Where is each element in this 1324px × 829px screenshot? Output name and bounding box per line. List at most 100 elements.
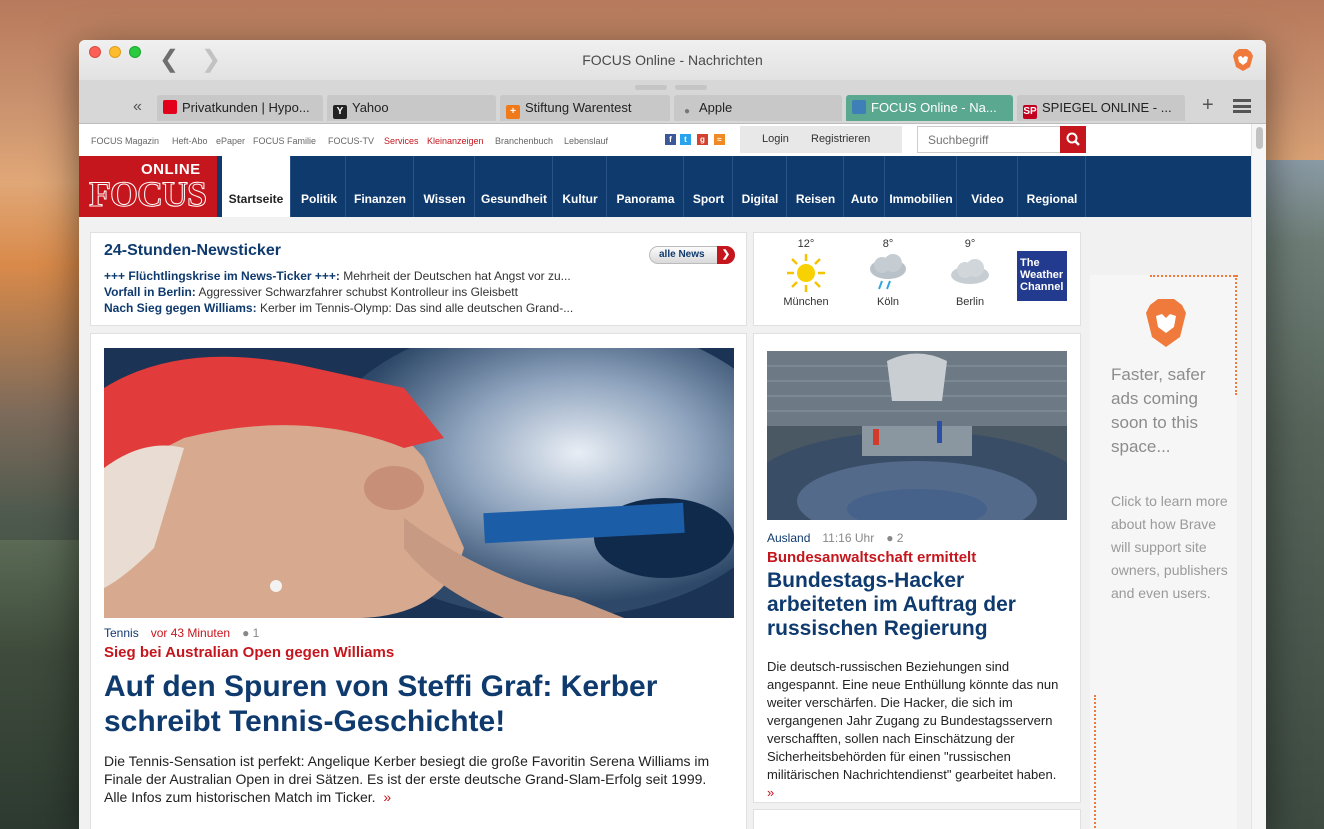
register-link[interactable]: Registrieren bbox=[811, 133, 870, 145]
nav-sport[interactable]: Sport bbox=[685, 156, 733, 217]
weather-channel-logo[interactable]: The Weather Channel bbox=[1017, 251, 1067, 301]
top-link[interactable]: FOCUS Familie bbox=[253, 136, 316, 146]
focus-online-logo[interactable]: ONLINE FOCUS bbox=[79, 156, 217, 217]
cloud-icon bbox=[951, 259, 989, 284]
hero-comment-count[interactable]: 1 bbox=[253, 626, 260, 640]
side-more-link[interactable]: » bbox=[767, 785, 774, 800]
top-link[interactable]: Kleinanzeigen bbox=[427, 136, 484, 146]
comment-icon: ● bbox=[886, 531, 894, 545]
nav-finanzen[interactable]: Finanzen bbox=[347, 156, 414, 217]
nav-immobilien[interactable]: Immobilien bbox=[886, 156, 957, 217]
hero-headline[interactable]: Auf den Spuren von Steffi Graf: Kerber s… bbox=[104, 669, 724, 739]
brave-lion-icon[interactable] bbox=[1232, 48, 1254, 72]
side-article: Ausland 11:16 Uhr ● 2 Bundesanwaltschaft e… bbox=[753, 333, 1081, 803]
tab-unicredit[interactable]: Privatkunden | Hypo... bbox=[157, 95, 323, 121]
nav-regional[interactable]: Regional bbox=[1019, 156, 1086, 217]
hero-teaser-text: Die Tennis-Sensation ist perfekt: Angeli… bbox=[104, 753, 710, 805]
bundestag-photo bbox=[767, 351, 1067, 520]
title-bar: ❮ ❯ FOCUS Online - Nachrichten bbox=[79, 40, 1266, 80]
top-link[interactable]: FOCUS Magazin bbox=[91, 136, 159, 146]
login-link[interactable]: Login bbox=[762, 133, 789, 145]
ticker-item-kicker: Vorfall in Berlin: bbox=[104, 285, 196, 299]
vertical-scrollbar[interactable] bbox=[1251, 124, 1266, 829]
next-article-box bbox=[753, 809, 1081, 829]
apple-icon: ● bbox=[683, 106, 691, 117]
hero-teaser: Die Tennis-Sensation ist perfekt: Angeli… bbox=[104, 752, 724, 806]
top-link[interactable]: Services bbox=[384, 136, 419, 146]
weather-city: München bbox=[783, 296, 829, 308]
nav-gesundheit[interactable]: Gesundheit bbox=[476, 156, 553, 217]
tabs-collapse-icon[interactable]: « bbox=[133, 98, 142, 116]
nav-digital[interactable]: Digital bbox=[734, 156, 787, 217]
tab-label: Stiftung Warentest bbox=[525, 100, 632, 115]
ticker-item[interactable]: Nach Sieg gegen Williams: Kerber im Tenn… bbox=[104, 301, 573, 315]
tab-apple[interactable]: ● Apple bbox=[674, 95, 842, 121]
nav-wissen[interactable]: Wissen bbox=[415, 156, 475, 217]
weather-box: 12° München 8° Köln 9° Berlin The Weathe… bbox=[753, 232, 1081, 326]
side-teaser: Die deutsch-russischen Beziehungen sind … bbox=[767, 658, 1067, 802]
search-button[interactable] bbox=[1060, 126, 1086, 153]
tab-label: FOCUS Online - Na... bbox=[871, 100, 997, 115]
top-link[interactable]: Heft-Abo bbox=[172, 136, 208, 146]
all-news-label: alle News bbox=[659, 249, 705, 260]
side-kicker[interactable]: Bundesanwaltschaft ermittelt bbox=[767, 549, 976, 566]
wallpaper-mountain-right bbox=[1266, 160, 1324, 829]
weather-item-koeln[interactable]: 8° Köln bbox=[848, 233, 928, 308]
side-headline[interactable]: Bundestags-Hacker arbeiteten im Auftrag … bbox=[767, 569, 1067, 641]
brave-ad-placeholder[interactable]: Faster, safer ads coming soon to this sp… bbox=[1090, 275, 1238, 829]
newsticker-box: 24-Stunden-Newsticker alle News ❯ +++ Fl… bbox=[90, 232, 747, 326]
nav-politik[interactable]: Politik bbox=[293, 156, 346, 217]
nav-kultur[interactable]: Kultur bbox=[554, 156, 607, 217]
weather-city: Berlin bbox=[955, 296, 985, 308]
side-comment-count[interactable]: 2 bbox=[897, 531, 904, 545]
side-image[interactable] bbox=[767, 351, 1067, 520]
top-link[interactable]: ePaper bbox=[216, 136, 245, 146]
hero-more-link[interactable]: » bbox=[383, 789, 391, 805]
new-tab-button[interactable]: + bbox=[1202, 94, 1214, 117]
weather-temp: 8° bbox=[882, 238, 894, 250]
comment-icon: ● bbox=[242, 626, 250, 640]
tab-label: SPIEGEL ONLINE - ... bbox=[1042, 100, 1172, 115]
hero-photo bbox=[104, 348, 734, 618]
ticker-item-kicker: +++ Flüchtlingskrise im News-Ticker +++: bbox=[104, 269, 340, 283]
nav-reisen[interactable]: Reisen bbox=[788, 156, 844, 217]
window-title: FOCUS Online - Nachrichten bbox=[582, 52, 763, 68]
ad-text[interactable]: Click to learn more about how Brave will… bbox=[1111, 490, 1236, 605]
side-teaser-text: Die deutsch-russischen Beziehungen sind … bbox=[767, 659, 1059, 782]
side-category[interactable]: Ausland bbox=[767, 531, 810, 545]
tab-yahoo[interactable]: Y Yahoo bbox=[327, 95, 496, 121]
menu-icon[interactable] bbox=[1233, 99, 1251, 113]
facebook-icon[interactable]: f bbox=[665, 134, 676, 145]
tab-spiegel[interactable]: SP SPIEGEL ONLINE - ... bbox=[1017, 95, 1185, 121]
page-content: FOCUS Magazin Heft-Abo ePaper FOCUS Familie… bbox=[79, 124, 1251, 829]
wallpaper-mountain-left bbox=[0, 540, 80, 829]
ticker-item[interactable]: Vorfall in Berlin: Aggressiver Schwarzfa… bbox=[104, 285, 518, 299]
spiegel-icon: SP bbox=[1023, 105, 1037, 119]
twitter-icon[interactable]: t bbox=[680, 134, 691, 145]
nav-panorama[interactable]: Panorama bbox=[608, 156, 684, 217]
nav-startseite[interactable]: Startseite bbox=[222, 156, 291, 217]
top-link[interactable]: FOCUS-TV bbox=[328, 136, 374, 146]
tab-warentest[interactable]: + Stiftung Warentest bbox=[500, 95, 670, 121]
top-link[interactable]: Branchenbuch bbox=[495, 136, 553, 146]
warentest-icon: + bbox=[506, 105, 520, 119]
tab-label: Yahoo bbox=[352, 100, 389, 115]
scrollbar-thumb[interactable] bbox=[1256, 127, 1263, 149]
weather-item-berlin[interactable]: 9° Berlin bbox=[930, 233, 1010, 308]
weather-item-muenchen[interactable]: 12° München bbox=[766, 233, 846, 308]
search-input[interactable] bbox=[917, 126, 1062, 153]
rss-icon[interactable]: ≈ bbox=[714, 134, 725, 145]
nav-auto[interactable]: Auto bbox=[845, 156, 885, 217]
hero-kicker[interactable]: Sieg bei Australian Open gegen Williams bbox=[104, 644, 394, 661]
hero-image[interactable] bbox=[104, 348, 734, 618]
all-news-button[interactable]: alle News ❯ bbox=[649, 246, 735, 264]
weather-temp: 12° bbox=[797, 238, 815, 250]
main-navigation: ONLINE FOCUS Startseite Politik Finanzen Wi… bbox=[79, 156, 1251, 217]
tab-focus[interactable]: FOCUS Online - Na... bbox=[846, 95, 1013, 121]
hero-category[interactable]: Tennis bbox=[104, 626, 139, 640]
yahoo-icon: Y bbox=[333, 105, 347, 119]
nav-video[interactable]: Video bbox=[958, 156, 1018, 217]
google-plus-icon[interactable]: g bbox=[697, 134, 708, 145]
ticker-item[interactable]: +++ Flüchtlingskrise im News-Ticker +++:… bbox=[104, 269, 571, 283]
top-link[interactable]: Lebenslauf bbox=[564, 136, 608, 146]
